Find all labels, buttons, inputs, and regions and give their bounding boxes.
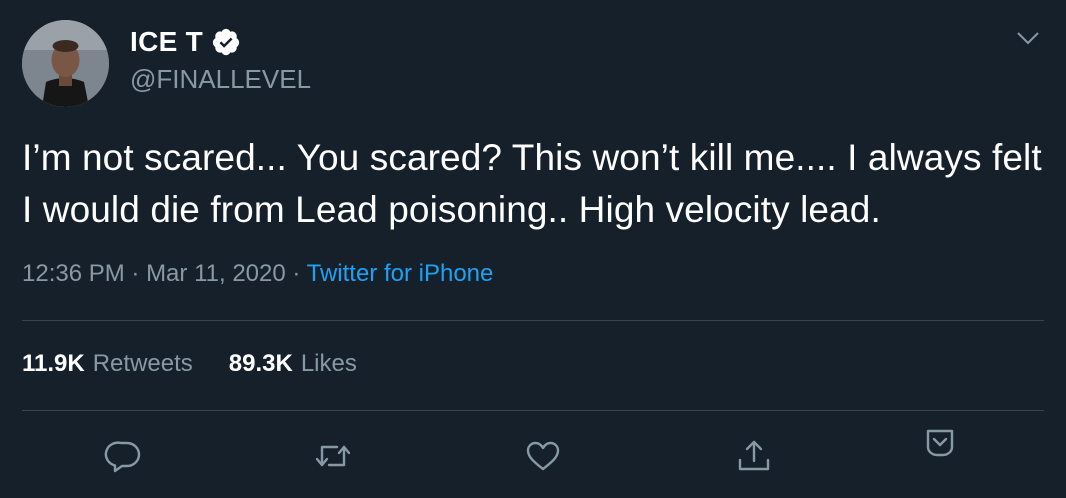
author-handle[interactable]: @FINALLEVEL — [130, 64, 311, 95]
tweet-time[interactable]: 12:36 PM — [22, 260, 125, 287]
likes-stat[interactable]: 89.3K Likes — [229, 350, 357, 378]
more-actions-icon[interactable] — [920, 422, 960, 462]
tweet-text: I’m not scared... You scared? This won’t… — [22, 137, 1042, 230]
chevron-down-icon[interactable] — [1016, 30, 1040, 46]
author-name[interactable]: ICE T — [130, 26, 203, 58]
reply-icon[interactable] — [104, 436, 144, 476]
retweets-stat[interactable]: 11.9K Retweets — [22, 350, 193, 378]
likes-label: Likes — [300, 350, 357, 377]
tweet-meta: 12:36 PM · Mar 11, 2020 · Twitter for iP… — [22, 260, 493, 288]
meta-separator: · — [285, 260, 307, 287]
likes-count: 89.3K — [228, 350, 293, 377]
tweet-source-link[interactable]: Twitter for iPhone — [307, 260, 494, 287]
divider — [22, 320, 1044, 321]
retweet-icon[interactable] — [313, 436, 353, 476]
share-icon[interactable] — [734, 436, 774, 476]
tweet-stats: 11.9K Retweets 89.3K Likes — [22, 350, 357, 378]
like-icon[interactable] — [523, 436, 563, 476]
avatar[interactable] — [22, 20, 109, 107]
verified-badge-icon — [212, 28, 240, 56]
meta-separator: · — [124, 260, 147, 287]
tweet-date[interactable]: Mar 11, 2020 — [146, 260, 286, 287]
retweets-count: 11.9K — [22, 350, 85, 377]
author-name-row[interactable]: ICE T — [130, 26, 241, 58]
divider — [22, 410, 1044, 411]
retweets-label: Retweets — [92, 350, 193, 377]
